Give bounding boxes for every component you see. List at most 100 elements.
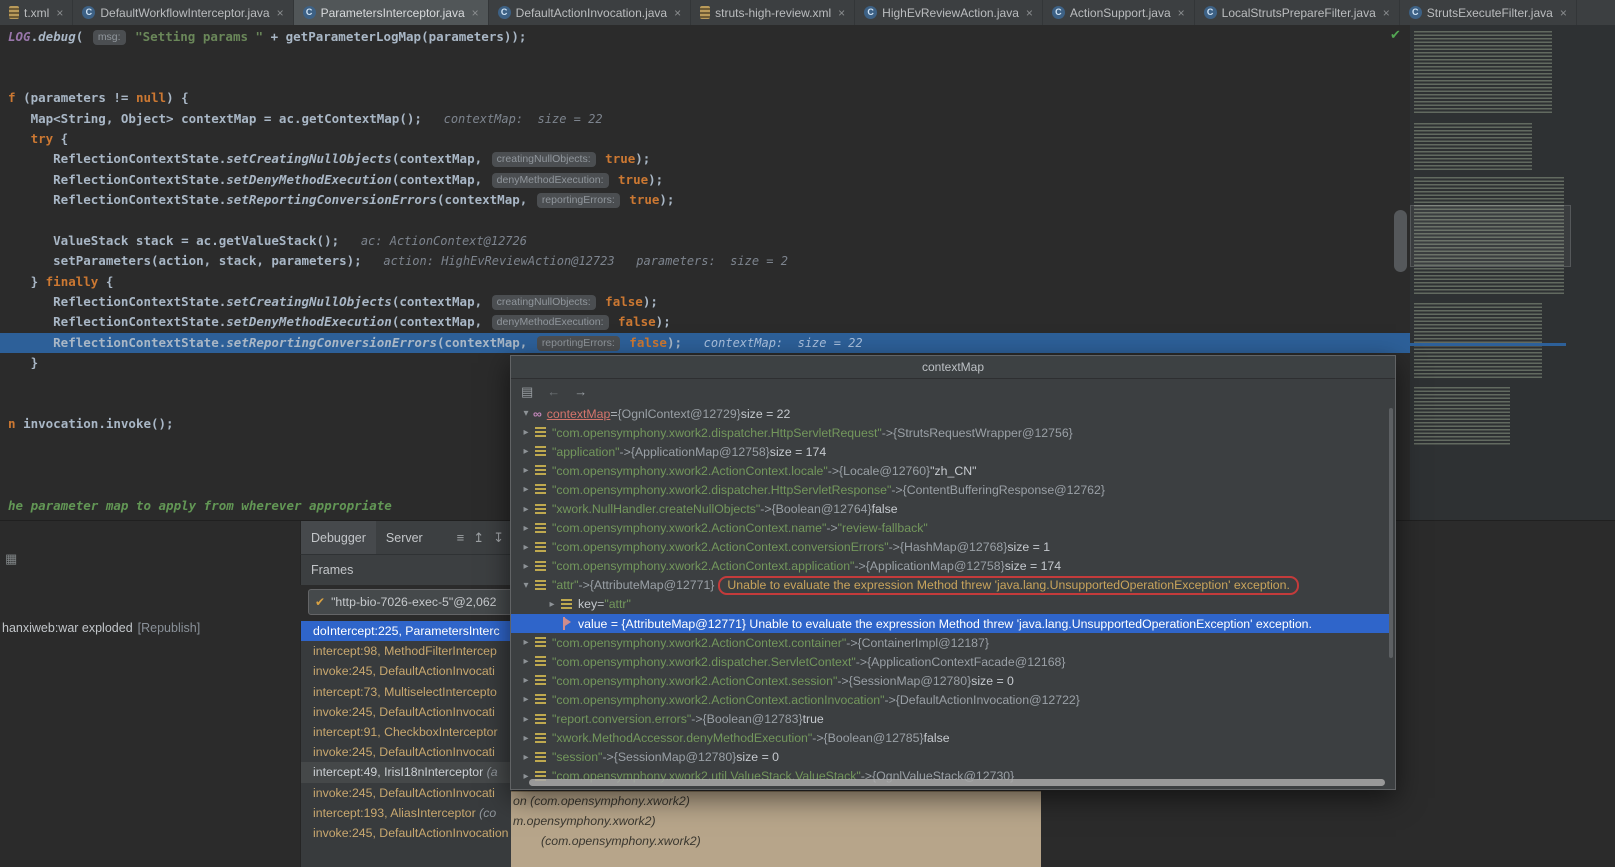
chevron-right-icon[interactable]: ▸	[545, 599, 559, 610]
close-icon[interactable]: ×	[277, 6, 284, 20]
code-line[interactable]: ValueStack stack = ac.getValueStack(); a…	[0, 231, 1615, 251]
stack-frame[interactable]: intercept:98, MethodFilterIntercep	[301, 641, 512, 661]
stack-frame[interactable]: invoke:245, DefaultActionInvocati	[301, 702, 512, 722]
close-icon[interactable]: ×	[838, 6, 845, 20]
tree-row[interactable]: ▸"xwork.MethodAccessor.denyMethodExecuti…	[511, 729, 1389, 748]
deployment-artifact[interactable]: hanxiweb:war exploded[Republish]	[2, 621, 200, 635]
popup-hscrollbar[interactable]	[529, 779, 1385, 786]
chevron-right-icon[interactable]: ▸	[519, 504, 533, 515]
tree-row[interactable]: ▸"com.opensymphony.xwork2.ActionContext.…	[511, 519, 1389, 538]
pin-icon[interactable]: ↧	[493, 530, 504, 546]
tree-row[interactable]: ▸"report.conversion.errors" -> {Boolean@…	[511, 710, 1389, 729]
popup-title: contextMap	[511, 356, 1395, 379]
editor-tab[interactable]: CLocalStrutsPrepareFilter.java×	[1195, 0, 1400, 25]
code-line[interactable]: ReflectionContextState.setCreatingNullOb…	[0, 149, 1615, 169]
editor-tab[interactable]: CStrutsExecuteFilter.java×	[1400, 0, 1577, 25]
code-line[interactable]	[0, 211, 1615, 231]
tree-row[interactable]: ▸"com.opensymphony.xwork2.dispatcher.Htt…	[511, 423, 1389, 442]
chevron-right-icon[interactable]: ▸	[519, 675, 533, 686]
code-line[interactable]: Map<String, Object> contextMap = ac.getC…	[0, 109, 1615, 129]
tree-row[interactable]: value = {AttributeMap@12771} Unable to e…	[511, 614, 1389, 633]
services-grid-icon[interactable]: ▦	[5, 551, 17, 567]
stack-frame[interactable]: invoke:245, DefaultActionInvocati	[301, 783, 512, 803]
stack-frame[interactable]: doIntercept:225, ParametersInterc	[301, 621, 512, 641]
layout-menu-icon[interactable]: ≡	[457, 530, 465, 546]
chevron-right-icon[interactable]: ▸	[519, 714, 533, 725]
stack-frame[interactable]: intercept:193, AliasInterceptor (co	[301, 803, 512, 823]
stack-frame[interactable]: invoke:245, DefaultActionInvocation (com…	[301, 823, 512, 843]
code-line[interactable]: LOG.debug( msg: "Setting params " + getP…	[0, 27, 1615, 47]
code-line[interactable]	[0, 68, 1615, 88]
chevron-right-icon[interactable]: ▸	[519, 561, 533, 572]
close-icon[interactable]: ×	[1026, 6, 1033, 20]
minimap-viewport[interactable]	[1410, 205, 1571, 267]
close-icon[interactable]: ×	[1560, 6, 1567, 20]
editor-tab[interactable]: CActionSupport.java×	[1043, 0, 1195, 25]
close-icon[interactable]: ×	[1178, 6, 1185, 20]
chevron-right-icon[interactable]: ▸	[519, 523, 533, 534]
code-line[interactable]: } finally {	[0, 272, 1615, 292]
forward-icon[interactable]: →	[574, 384, 587, 399]
tree-row[interactable]: ▸"session" -> {SessionMap@12780} size = …	[511, 748, 1389, 767]
code-line[interactable]	[0, 47, 1615, 67]
close-icon[interactable]: ×	[56, 6, 63, 20]
stack-frame[interactable]: intercept:73, MultiselectIntercepto	[301, 682, 512, 702]
popup-vscrollbar[interactable]	[1389, 408, 1393, 658]
close-icon[interactable]: ×	[472, 6, 479, 20]
editor-tab[interactable]: struts-high-review.xml×	[691, 0, 855, 25]
stack-frame[interactable]: invoke:245, DefaultActionInvocati	[301, 742, 512, 762]
chevron-right-icon[interactable]: ▸	[519, 752, 533, 763]
editor-tab[interactable]: CParametersInterceptor.java×	[294, 0, 489, 25]
tree-row[interactable]: ▸"xwork.NullHandler.createNullObjects" -…	[511, 499, 1389, 518]
editor-tab[interactable]: CDefaultWorkflowInterceptor.java×	[73, 0, 293, 25]
chevron-right-icon[interactable]: ▸	[519, 637, 533, 648]
stack-frame[interactable]: invoke:245, DefaultActionInvocati	[301, 661, 512, 681]
chevron-right-icon[interactable]: ▸	[519, 427, 533, 438]
open-in-variables-icon[interactable]: ▤	[521, 384, 533, 400]
chevron-right-icon[interactable]: ▸	[519, 465, 533, 476]
chevron-right-icon[interactable]: ▸	[519, 694, 533, 705]
tree-row[interactable]: ▸"application" -> {ApplicationMap@12758}…	[511, 442, 1389, 461]
code-line[interactable]: ReflectionContextState.setDenyMethodExec…	[0, 312, 1615, 332]
chevron-right-icon[interactable]: ▸	[519, 446, 533, 457]
tree-row[interactable]: ▸"com.opensymphony.xwork2.ActionContext.…	[511, 557, 1389, 576]
back-icon[interactable]: ←	[547, 384, 560, 399]
close-icon[interactable]: ×	[674, 6, 681, 20]
stack-frame[interactable]: intercept:49, IrisI18nInterceptor (a	[301, 762, 512, 782]
tree-row[interactable]: ▸"com.opensymphony.xwork2.dispatcher.Ser…	[511, 652, 1389, 671]
editor-tab[interactable]: CDefaultActionInvocation.java×	[489, 0, 691, 25]
chevron-right-icon[interactable]: ▸	[519, 733, 533, 744]
tree-row[interactable]: ▸key = "attr"	[511, 595, 1389, 614]
tree-row[interactable]: ▸"com.opensymphony.xwork2.dispatcher.Htt…	[511, 480, 1389, 499]
tree-row[interactable]: ▸"com.opensymphony.xwork2.ActionContext.…	[511, 633, 1389, 652]
code-minimap[interactable]	[1410, 25, 1615, 520]
chevron-right-icon[interactable]: ▸	[519, 656, 533, 667]
editor-tab[interactable]: t.xml×	[0, 0, 73, 25]
thread-selector[interactable]: ✔ "http-bio-7026-exec-5"@2,062	[308, 589, 519, 615]
editor-tab[interactable]: CHighEvReviewAction.java×	[855, 0, 1043, 25]
tab-debugger[interactable]: Debugger	[301, 521, 376, 554]
code-line[interactable]: ReflectionContextState.setReportingConve…	[0, 333, 1615, 353]
tree-row[interactable]: ▸"com.opensymphony.xwork2.ActionContext.…	[511, 538, 1389, 557]
code-line[interactable]: ReflectionContextState.setReportingConve…	[0, 190, 1615, 210]
chevron-down-icon[interactable]: ▾	[519, 408, 533, 419]
close-icon[interactable]: ×	[1383, 6, 1390, 20]
code-line[interactable]: try {	[0, 129, 1615, 149]
chevron-down-icon[interactable]: ▾	[519, 580, 533, 591]
code-line[interactable]: ReflectionContextState.setDenyMethodExec…	[0, 170, 1615, 190]
tree-row[interactable]: ▸"com.opensymphony.xwork2.ActionContext.…	[511, 461, 1389, 480]
code-line[interactable]: setParameters(action, stack, parameters)…	[0, 251, 1615, 271]
editor-scrollbar[interactable]	[1394, 210, 1407, 272]
map-entry-icon	[535, 484, 546, 495]
tree-row[interactable]: ▾"attr" -> {AttributeMap@12771}Unable to…	[511, 576, 1389, 595]
tree-row[interactable]: ▾∞contextMap = {OgnlContext@12729} size …	[511, 404, 1389, 423]
code-line[interactable]: ReflectionContextState.setCreatingNullOb…	[0, 292, 1615, 312]
tree-row[interactable]: ▸"com.opensymphony.xwork2.ActionContext.…	[511, 671, 1389, 690]
chevron-right-icon[interactable]: ▸	[519, 542, 533, 553]
code-line[interactable]: f (parameters != null) {	[0, 88, 1615, 108]
restore-layout-icon[interactable]: ↥	[473, 530, 484, 546]
chevron-right-icon[interactable]: ▸	[519, 484, 533, 495]
stack-frame[interactable]: intercept:91, CheckboxInterceptor	[301, 722, 512, 742]
tab-server[interactable]: Server	[376, 521, 433, 554]
tree-row[interactable]: ▸"com.opensymphony.xwork2.ActionContext.…	[511, 690, 1389, 709]
